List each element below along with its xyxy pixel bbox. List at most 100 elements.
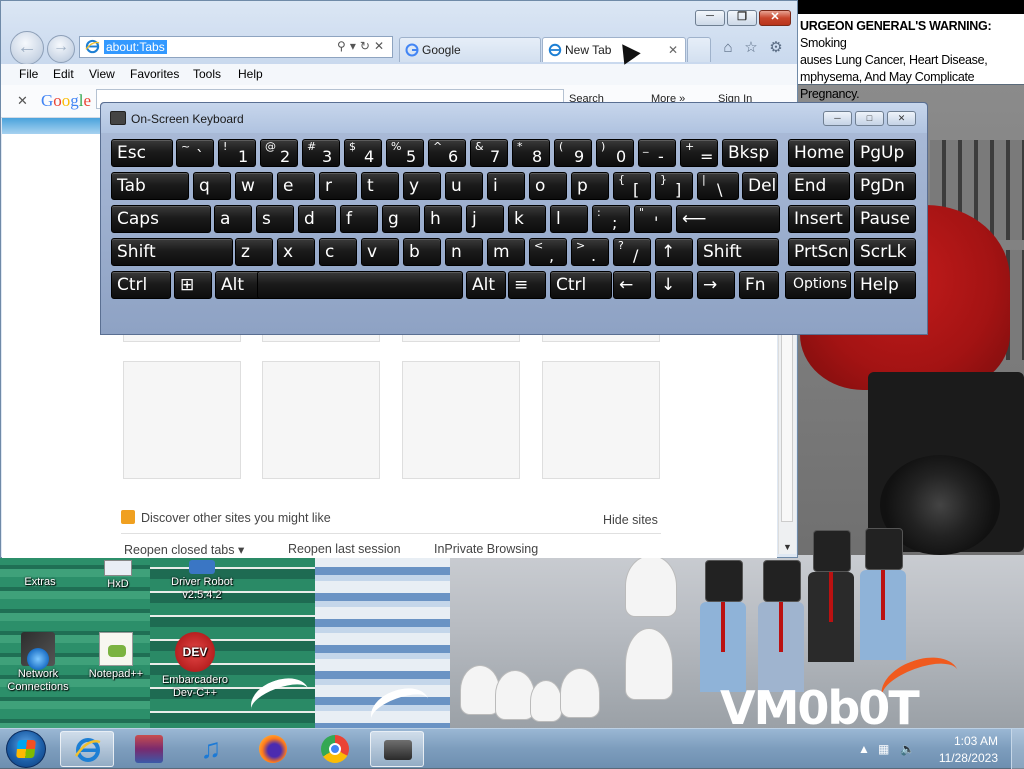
settings-gear-icon[interactable]: ⚙ [767,39,785,57]
osk-key-shift[interactable]: Shift [111,238,233,266]
hide-sites-link[interactable]: Hide sites [603,513,658,527]
taskbar-ie[interactable] [60,731,114,767]
osk-key-n[interactable]: n [445,238,483,266]
osk-key-symbol[interactable]: " ' [634,205,672,233]
osk-key-9[interactable]: (9 [554,139,592,167]
osk-key-f[interactable]: f [340,205,378,233]
taskbar-archive[interactable] [122,731,176,767]
menu-tools[interactable]: Tools [193,67,221,81]
desktop-icon-hxd[interactable]: HxD [80,560,156,591]
osk-key-pgdn[interactable]: PgDn [854,172,916,200]
menu-view[interactable]: View [89,67,115,81]
osk-key-help[interactable]: Help [854,271,916,299]
osk-key-symbol[interactable]: ? / [613,238,651,266]
osk-key-o[interactable]: o [529,172,567,200]
osk-key-tab[interactable]: Tab [111,172,189,200]
osk-key-2[interactable]: @2 [260,139,298,167]
osk-key-del[interactable]: Del [742,172,778,200]
osk-key-l[interactable]: l [550,205,588,233]
osk-key-b[interactable]: b [403,238,441,266]
osk-key-pause[interactable]: Pause [854,205,916,233]
desktop-icon-driver-robot[interactable]: Driver Robot v2.5.4.2 [157,560,247,602]
osk-key-alt[interactable]: Alt [215,271,263,299]
back-button[interactable]: ← [10,31,44,65]
osk-key-end[interactable]: End [788,172,850,200]
osk-key-fn[interactable]: Fn [739,271,779,299]
osk-close-button[interactable]: ✕ [887,111,916,126]
osk-key-symbol[interactable]: + = [680,139,718,167]
forward-button[interactable]: → [47,35,75,63]
osk-key-e[interactable]: e [277,172,315,200]
site-tile[interactable] [402,361,520,479]
osk-key-j[interactable]: j [466,205,504,233]
osk-key-symbol[interactable]: <, [529,238,567,266]
menu-favorites[interactable]: Favorites [130,67,179,81]
taskbar-firefox[interactable] [246,731,300,767]
osk-key-symbol[interactable]: ⊞ [174,271,212,299]
osk-key-home[interactable]: Home [788,139,850,167]
network-icon[interactable]: ▦ [878,742,889,756]
osk-key-ctrl[interactable]: Ctrl [111,271,171,299]
home-icon[interactable]: ⌂ [719,39,737,57]
osk-key-prtscn[interactable]: PrtScn [788,238,850,266]
osk-key-symbol[interactable]: ← [613,271,651,299]
osk-key-0[interactable]: ) 0 [596,139,634,167]
reopen-closed-tabs-link[interactable]: Reopen closed tabs ▾ [124,542,244,557]
address-bar[interactable]: about:Tabs ⚲▾↻✕ [79,36,393,58]
osk-key-ctrl[interactable]: Ctrl [550,271,612,299]
menu-help[interactable]: Help [238,67,263,81]
show-hidden-icons-icon[interactable]: ▲ [858,742,870,756]
osk-key-pgup[interactable]: PgUp [854,139,916,167]
osk-key-7[interactable]: & 7 [470,139,508,167]
osk-key-h[interactable]: h [424,205,462,233]
tab-close-icon[interactable]: ✕ [668,38,678,62]
menu-file[interactable]: File [19,67,38,81]
osk-maximize-button[interactable]: □ [855,111,884,126]
new-tab-button[interactable] [687,37,711,62]
osk-key-p[interactable]: p [571,172,609,200]
start-button[interactable] [6,730,46,768]
osk-key-s[interactable]: s [256,205,294,233]
site-tile[interactable] [542,361,660,479]
volume-muted-icon[interactable]: 🔈 [900,742,915,756]
osk-key-symbol[interactable]: ↓ [655,271,693,299]
osk-key-q[interactable]: q [193,172,231,200]
show-desktop-button[interactable] [1011,729,1024,769]
osk-key-esc[interactable]: Esc [111,139,173,167]
refresh-icon[interactable]: ↻ [360,39,374,53]
osk-key-w[interactable]: w [235,172,273,200]
osk-key-symbol[interactable]: ~ ` [176,139,214,167]
osk-key-bksp[interactable]: Bksp [722,139,778,167]
osk-minimize-button[interactable]: ─ [823,111,852,126]
osk-key-i[interactable]: i [487,172,525,200]
scroll-down-arrow-icon[interactable]: ▼ [783,542,792,552]
osk-key-caps[interactable]: Caps [111,205,211,233]
dropdown-icon[interactable]: ▾ [350,39,360,53]
menu-edit[interactable]: Edit [53,67,74,81]
osk-key-d[interactable]: d [298,205,336,233]
osk-key-symbol[interactable]: }] [655,172,693,200]
osk-key-m[interactable]: m [487,238,525,266]
osk-key-shift[interactable]: Shift [697,238,779,266]
discover-sites-link[interactable]: Discover other sites you might like [121,510,331,525]
osk-key-3[interactable]: #3 [302,139,340,167]
osk-key-t[interactable]: t [361,172,399,200]
stop-icon[interactable]: ✕ [374,39,388,53]
osk-key-c[interactable]: c [319,238,357,266]
osk-key-scrlk[interactable]: ScrLk [854,238,916,266]
osk-key-z[interactable]: z [235,238,273,266]
osk-key-k[interactable]: k [508,205,546,233]
site-tile[interactable] [262,361,380,479]
close-button[interactable]: ✕ [759,10,791,26]
osk-key-symbol[interactable]: ↑ [655,238,693,266]
osk-key-x[interactable]: x [277,238,315,266]
inprivate-browsing-link[interactable]: InPrivate Browsing [434,542,538,556]
taskbar-chrome[interactable] [308,731,362,767]
osk-titlebar[interactable]: On-Screen Keyboard ─ □ ✕ [101,103,927,133]
osk-key-1[interactable]: ! 1 [218,139,256,167]
tab-google[interactable]: Google [399,37,541,62]
osk-key-symbol[interactable]: {[ [613,172,651,200]
minimize-button[interactable]: ─ [695,10,725,26]
desktop-icon-network-connections[interactable]: Network Connections [0,632,76,694]
osk-key-y[interactable]: y [403,172,441,200]
